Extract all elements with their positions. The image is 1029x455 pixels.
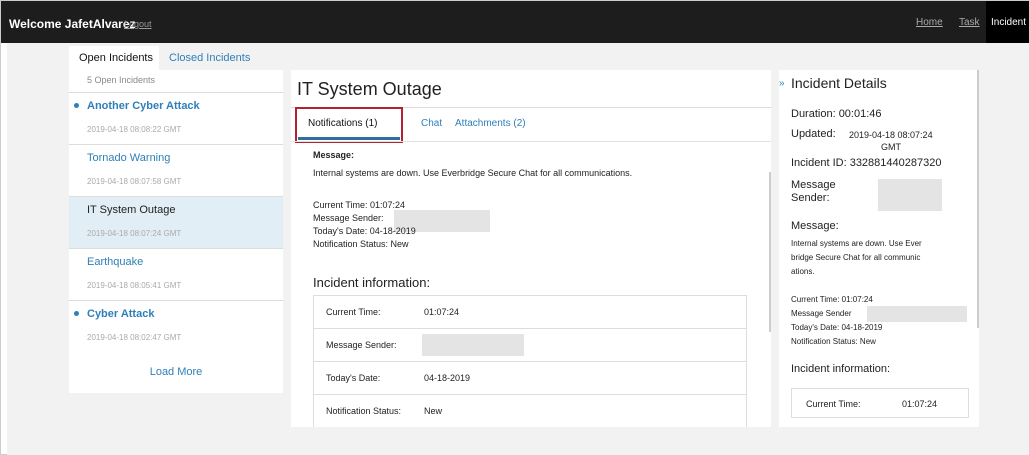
incident-id: Incident ID: 332881440287320 xyxy=(791,157,942,169)
top-bar: Welcome JafetAlvarez Logout Home Task In… xyxy=(1,1,1029,43)
info-key: Current Time: xyxy=(326,307,381,317)
list-item-it-system-outage[interactable]: IT System Outage 2019-04-18 08:07:24 GMT xyxy=(69,196,283,248)
incident-title: Earthquake xyxy=(87,256,144,268)
message-sender-label: Message Sender: xyxy=(313,213,384,223)
divider xyxy=(291,141,771,142)
todays-date: Today's Date: 04-18-2019 xyxy=(791,323,883,332)
info-value: 01:07:24 xyxy=(902,399,938,409)
todays-date: Today's Date: 04-18-2019 xyxy=(313,226,416,236)
incident-info-heading: Incident information: xyxy=(313,275,431,290)
incident-date: 2019-04-18 08:08:22 GMT xyxy=(87,125,182,134)
tab-attachments[interactable]: Attachments (2) xyxy=(455,118,526,129)
message-sender-label: Message Sender xyxy=(791,309,852,318)
open-incident-count: 5 Open Incidents xyxy=(87,75,156,85)
table-row: Current Time: 01:07:24 xyxy=(314,296,746,329)
logout-link[interactable]: Logout xyxy=(124,19,152,29)
info-key: Message Sender: xyxy=(326,340,397,350)
details-title: Incident Details xyxy=(791,75,887,91)
nav-home-link[interactable]: Home xyxy=(916,17,943,28)
unread-dot-icon xyxy=(74,103,79,108)
incident-details-panel: » Incident Details Duration: 00:01:46 Up… xyxy=(779,70,979,427)
updated-label: Updated: xyxy=(791,128,836,140)
updated-value: 2019-04-18 08:07:24 xyxy=(849,130,933,140)
incident-title: Tornado Warning xyxy=(87,152,171,164)
info-key: Notification Status: xyxy=(326,406,402,416)
tab-open-incidents[interactable]: Open Incidents xyxy=(69,46,159,70)
info-value: 01:07:24 xyxy=(424,307,460,317)
active-tab-indicator xyxy=(298,137,400,140)
incident-info-table: Current Time: 01:07:24 Message Sender: T… xyxy=(313,295,747,427)
current-time: Current Time: 01:07:24 xyxy=(313,200,406,210)
incident-date: 2019-04-18 08:05:41 GMT xyxy=(87,281,182,290)
sender-redacted xyxy=(878,179,942,211)
incident-date: 2019-04-18 08:07:24 GMT xyxy=(87,229,182,238)
incident-title: Cyber Attack xyxy=(87,308,155,320)
sender-redacted xyxy=(867,306,967,322)
incident-date: 2019-04-18 08:07:58 GMT xyxy=(87,177,182,186)
incident-title: IT System Outage xyxy=(87,204,176,216)
incident-title: Another Cyber Attack xyxy=(87,100,200,112)
nav-task-link[interactable]: Task xyxy=(959,17,980,28)
incident-date: 2019-04-18 08:02:47 GMT xyxy=(87,333,182,342)
notification-status: Notification Status: New xyxy=(791,337,876,346)
message-label: Message: xyxy=(313,150,355,160)
chevron-right-icon[interactable]: » xyxy=(779,78,785,89)
info-value: New xyxy=(424,406,443,416)
sender-redacted xyxy=(422,334,524,356)
tab-notifications[interactable]: Notifications (1) xyxy=(308,118,377,129)
incident-info-heading: Incident information: xyxy=(791,363,891,375)
sender-label-line-1: Message xyxy=(791,179,836,191)
message-label: Message: xyxy=(791,220,839,232)
scrollbar[interactable] xyxy=(977,70,979,328)
list-item-cyber-attack[interactable]: Cyber Attack 2019-04-18 08:02:47 GMT xyxy=(69,300,283,352)
incident-main-panel: IT System Outage Notifications (1) Chat … xyxy=(291,70,771,427)
info-key: Current Time: xyxy=(806,399,861,409)
incident-info-table: Current Time: 01:07:24 xyxy=(791,388,969,418)
notification-status: Notification Status: New xyxy=(313,239,409,249)
message-text: Internal systems are down. Use Everbridg… xyxy=(313,168,633,178)
updated-timezone: GMT xyxy=(881,142,901,152)
incident-list: 5 Open Incidents Another Cyber Attack 20… xyxy=(69,70,283,393)
message-line: ations. xyxy=(791,267,815,276)
current-time: Current Time: 01:07:24 xyxy=(791,295,873,304)
info-key: Today's Date: xyxy=(326,373,381,383)
message-line: bridge Secure Chat for all communic xyxy=(791,253,921,262)
tab-chat[interactable]: Chat xyxy=(421,118,442,129)
sender-label-line-2: Sender: xyxy=(791,192,830,204)
table-row: Notification Status: New xyxy=(314,395,746,427)
list-item-tornado-warning[interactable]: Tornado Warning 2019-04-18 08:07:58 GMT xyxy=(69,144,283,196)
list-item-another-cyber-attack[interactable]: Another Cyber Attack 2019-04-18 08:08:22… xyxy=(69,92,283,144)
welcome-text: Welcome JafetAlvarez xyxy=(9,17,136,31)
sidebar-tabs: Open Incidents Closed Incidents xyxy=(69,46,283,70)
tab-closed-incidents[interactable]: Closed Incidents xyxy=(169,52,250,64)
list-item-earthquake[interactable]: Earthquake 2019-04-18 08:05:41 GMT xyxy=(69,248,283,300)
unread-dot-icon xyxy=(74,311,79,316)
message-line: Internal systems are down. Use Ever xyxy=(791,239,922,248)
duration: Duration: 00:01:46 xyxy=(791,108,882,120)
scrollbar[interactable] xyxy=(769,172,771,332)
info-value: 04-18-2019 xyxy=(424,373,471,383)
load-more-button[interactable]: Load More xyxy=(69,366,283,378)
page-title: IT System Outage xyxy=(297,79,442,99)
nav-incident-link[interactable]: Incident xyxy=(986,1,1029,43)
table-row: Message Sender: xyxy=(314,329,746,362)
table-row: Today's Date: 04-18-2019 xyxy=(314,362,746,395)
